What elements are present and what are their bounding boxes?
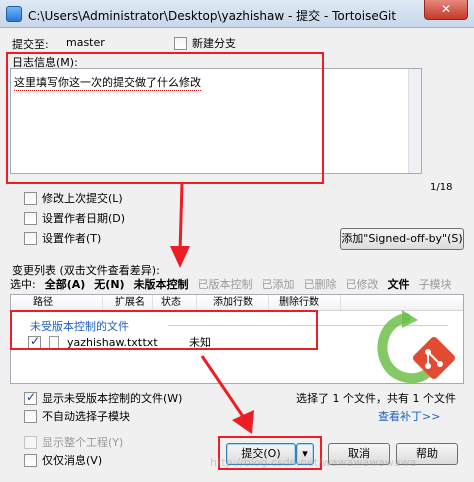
no-auto-submodule-label: 不自动选择子模块 [42,410,130,423]
message-scrollbar[interactable] [408,69,421,173]
filter-submodules[interactable]: 子模块 [419,276,452,292]
branch-name: master [66,36,105,49]
show-whole-project-option[interactable]: 显示整个工程(Y) [24,434,123,450]
no-auto-submodule-checkbox[interactable] [24,409,37,423]
filter-unversioned[interactable]: 未版本控制 [134,276,189,292]
column-lines-removed[interactable]: 删除行数 [269,295,341,310]
view-patch-link[interactable]: 查看补丁>> [378,408,440,424]
annotation-arrow-down [170,183,190,268]
new-branch-option[interactable]: 新建分支 [174,35,236,51]
close-button[interactable]: ✕ [424,0,468,20]
selection-summary: 选择了 1 个文件，共有 1 个文件 [296,392,456,405]
filter-none[interactable]: 无(N) [94,276,124,292]
set-author-option[interactable]: 设置作者(T) [24,230,101,246]
set-author-date-label: 设置作者日期(D) [42,212,126,225]
column-path[interactable]: 路径 [11,295,103,310]
window-title: C:\Users\Administrator\Desktop\yazhishaw… [28,9,397,23]
filter-modified[interactable]: 已修改 [346,276,379,292]
watermark: http://blog.csdn.net/wawawawawawa [210,456,417,469]
message-only-option[interactable]: 仅仅消息(V) [24,452,102,468]
message-line-counter: 1/18 [430,182,453,193]
filter-all[interactable]: 全部(A) [45,276,86,292]
set-author-checkbox[interactable] [24,231,37,245]
new-branch-label: 新建分支 [192,37,236,50]
amend-checkbox[interactable] [24,191,37,205]
tortoisegit-logo-icon [377,310,455,384]
column-lines-added[interactable]: 添加行数 [197,295,269,310]
set-author-date-checkbox[interactable] [24,211,37,225]
show-unversioned-option[interactable]: 显示未受版本控制的文件(W) [24,390,182,406]
column-status[interactable]: 状态 [153,295,197,310]
set-author-date-option[interactable]: 设置作者日期(D) [24,210,125,226]
show-unversioned-checkbox[interactable] [24,390,37,405]
no-auto-submodule-option[interactable]: 不自动选择子模块 [24,408,130,424]
filter-files[interactable]: 文件 [388,276,410,292]
filter-versioned[interactable]: 已版本控制 [198,276,253,292]
show-whole-project-checkbox[interactable] [24,435,37,449]
message-only-label: 仅仅消息(V) [42,454,103,467]
new-branch-checkbox[interactable] [174,36,187,50]
amend-label: 修改上次提交(L) [42,192,123,205]
message-highlight-box [6,52,324,184]
commit-to-label: 提交至: [12,38,49,51]
annotation-arrow-commit [200,355,254,434]
tortoisegit-app-icon [6,6,22,22]
set-author-label: 设置作者(T) [42,232,102,245]
filter-added[interactable]: 已添加 [262,276,295,292]
message-only-checkbox[interactable] [24,453,37,467]
show-whole-project-label: 显示整个工程(Y) [42,436,124,449]
amend-option[interactable]: 修改上次提交(L) [24,190,123,206]
add-signed-off-by-button[interactable]: 添加"Signed-off-by"(S) [340,228,464,250]
file-highlight-box [10,310,318,350]
show-unversioned-label: 显示未受版本控制的文件(W) [42,392,183,405]
filter-deleted[interactable]: 已删除 [304,276,337,292]
select-label: 选中: [10,278,36,291]
filter-bar: 选中: 全部(A) 无(N) 未版本控制 已版本控制 已添加 已删除 已修改 文… [10,276,452,292]
column-extension[interactable]: 扩展名 [103,295,153,310]
